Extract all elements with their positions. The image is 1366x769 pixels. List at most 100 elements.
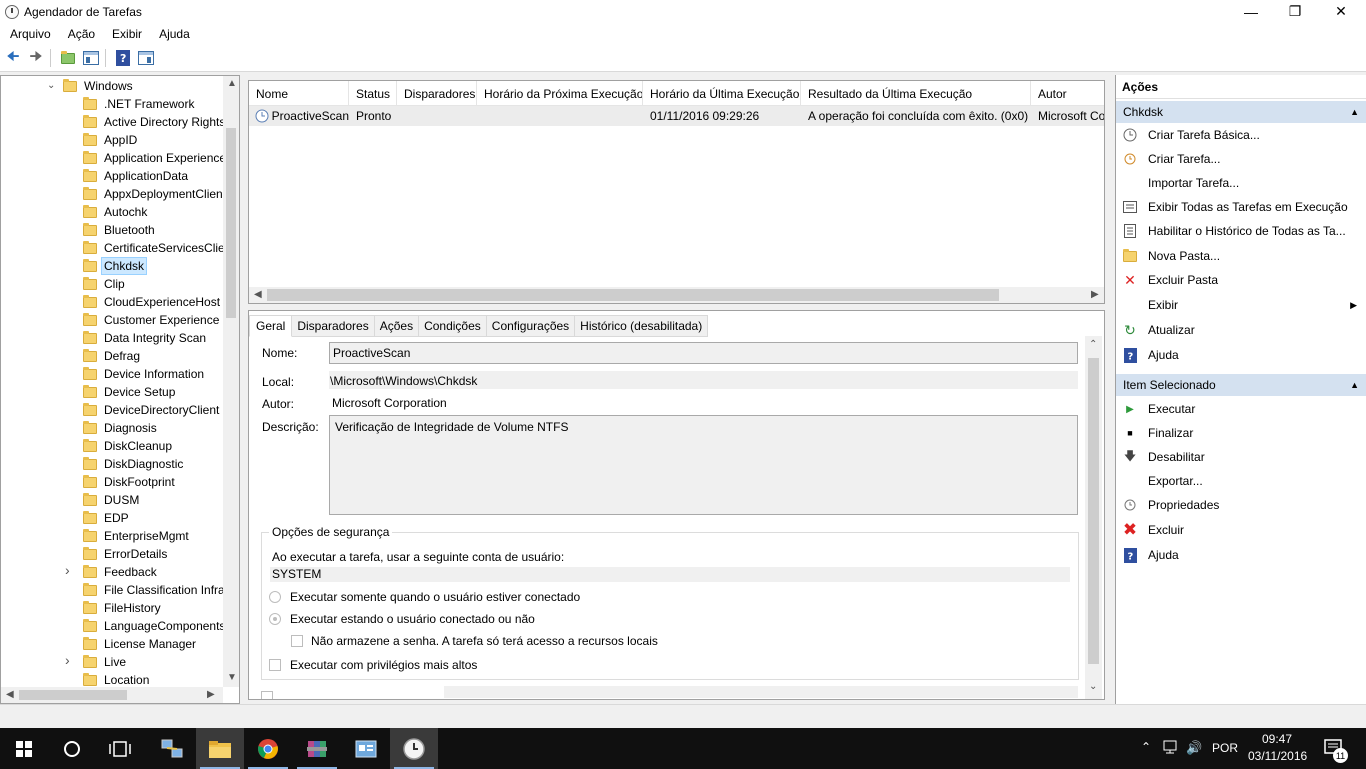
action-delete[interactable]: ✖ Excluir <box>1116 519 1366 541</box>
tree-item[interactable]: File Classification Infra <box>1 581 223 599</box>
tree-item[interactable]: Diagnosis <box>1 419 223 437</box>
show-hide-action-pane-icon[interactable] <box>136 48 156 68</box>
configure-for-field[interactable] <box>444 686 1078 698</box>
taskbar-file-explorer[interactable] <box>196 728 244 769</box>
column-header-triggers[interactable]: Disparadores <box>397 81 477 106</box>
language-indicator[interactable]: POR <box>1212 741 1238 755</box>
action-help-selected[interactable]: ? Ajuda <box>1116 544 1366 566</box>
task-list[interactable]: Nome Status Disparadores Horário da Próx… <box>248 80 1105 304</box>
tree-horizontal-scrollbar[interactable]: ◀ ▶ <box>1 687 223 703</box>
tree-item[interactable]: License Manager <box>1 635 223 653</box>
restore-button[interactable]: ❐ <box>1272 0 1318 23</box>
scrollbar-thumb[interactable] <box>226 128 236 318</box>
tree-item[interactable]: .NET Framework <box>1 95 223 113</box>
tree-item[interactable]: AppxDeploymentClien <box>1 185 223 203</box>
tree-item[interactable]: ErrorDetails <box>1 545 223 563</box>
start-button[interactable] <box>0 728 48 769</box>
tree-item[interactable]: Application Experience <box>1 149 223 167</box>
chevron-right-icon[interactable]: › <box>65 563 70 578</box>
taskbar-archive-app[interactable] <box>293 728 341 769</box>
description-field[interactable]: Verificação de Integridade de Volume NTF… <box>329 415 1078 515</box>
scroll-right-icon[interactable]: ▶ <box>1091 289 1099 300</box>
scroll-down-icon[interactable]: ▼ <box>227 672 237 683</box>
taskbar-chrome[interactable] <box>244 728 292 769</box>
column-header-last-run[interactable]: Horário da Última Execução <box>643 81 801 106</box>
tree-item[interactable]: › Live <box>1 653 223 671</box>
show-hidden-icons-icon[interactable]: ⌃ <box>1141 740 1151 754</box>
scroll-down-icon[interactable]: ⌄ <box>1089 681 1097 692</box>
action-properties[interactable]: Propriedades <box>1116 494 1366 516</box>
action-help[interactable]: ? Ajuda <box>1116 344 1366 366</box>
chevron-right-icon[interactable]: › <box>65 653 70 668</box>
show-hide-console-tree-icon[interactable] <box>81 48 101 68</box>
minimize-button[interactable]: — <box>1228 0 1274 23</box>
tree-item[interactable]: DiskFootprint <box>1 473 223 491</box>
scroll-left-icon[interactable]: ◀ <box>254 289 262 300</box>
back-icon[interactable]: 🠈 <box>3 48 23 68</box>
checkbox-do-not-store-password[interactable] <box>291 635 303 647</box>
clock-date[interactable]: 03/11/2016 <box>1248 749 1307 763</box>
tree-item[interactable]: AppID <box>1 131 223 149</box>
scroll-right-icon[interactable]: ▶ <box>207 689 215 700</box>
help-icon[interactable]: ? <box>113 48 133 68</box>
column-header-name[interactable]: Nome <box>249 81 349 106</box>
menu-arquivo[interactable]: Arquivo <box>0 27 58 41</box>
tree-item[interactable]: EDP <box>1 509 223 527</box>
close-button[interactable]: ✕ <box>1318 0 1364 23</box>
column-header-last-result[interactable]: Resultado da Última Execução <box>801 81 1031 106</box>
tree-item-windows[interactable]: ⌄ Windows <box>1 77 223 95</box>
action-create-task[interactable]: Criar Tarefa... <box>1116 148 1366 170</box>
taskbar-network-app[interactable] <box>148 728 196 769</box>
radio-run-when-logged-on[interactable] <box>269 591 281 603</box>
action-new-folder[interactable]: Nova Pasta... <box>1116 245 1366 267</box>
tree-item[interactable]: DiskCleanup <box>1 437 223 455</box>
tab-acoes[interactable]: Ações <box>374 315 420 337</box>
tree-item[interactable]: Data Integrity Scan <box>1 329 223 347</box>
table-row[interactable]: ProactiveScan Pronto 01/11/2016 09:29:26… <box>249 106 1104 126</box>
action-view[interactable]: Exibir ▶ <box>1116 294 1366 316</box>
tree-item[interactable]: Active Directory Rights <box>1 113 223 131</box>
action-delete-folder[interactable]: ✕ Excluir Pasta <box>1116 269 1366 291</box>
tree-item[interactable]: Bluetooth <box>1 221 223 239</box>
task-view-button[interactable] <box>96 728 144 769</box>
column-header-author[interactable]: Autor <box>1031 81 1104 106</box>
network-icon[interactable] <box>1162 739 1178 758</box>
scroll-up-icon[interactable]: ▲ <box>227 78 237 89</box>
clock-time[interactable]: 09:47 <box>1262 732 1292 746</box>
tab-configuracoes[interactable]: Configurações <box>486 315 576 337</box>
collapse-icon[interactable]: ▲ <box>1350 380 1359 390</box>
tree-item[interactable]: DUSM <box>1 491 223 509</box>
tab-disparadores[interactable]: Disparadores <box>292 315 375 337</box>
column-header-next-run[interactable]: Horário da Próxima Execução <box>477 81 643 106</box>
name-field[interactable]: ProactiveScan <box>329 342 1078 364</box>
folder-up-icon[interactable] <box>58 48 78 68</box>
tree-item[interactable]: CertificateServicesClien <box>1 239 223 257</box>
checkbox-hidden[interactable] <box>261 691 273 699</box>
chevron-down-icon[interactable]: ⌄ <box>47 80 55 91</box>
action-end[interactable]: ■ Finalizar <box>1116 422 1366 444</box>
scrollbar-thumb[interactable] <box>19 690 127 700</box>
actions-section-selected-item[interactable]: Item Selecionado ▲ <box>1116 374 1366 396</box>
tree-item[interactable]: DeviceDirectoryClient <box>1 401 223 419</box>
console-tree[interactable]: ⌄ Windows .NET Framework Active Directory… <box>0 75 240 704</box>
tree-item[interactable]: ApplicationData <box>1 167 223 185</box>
scroll-up-icon[interactable]: ⌃ <box>1089 339 1097 350</box>
tree-item[interactable]: Chkdsk <box>1 257 223 275</box>
tab-condicoes[interactable]: Condições <box>419 315 487 337</box>
tree-item[interactable]: Clip <box>1 275 223 293</box>
tree-item[interactable]: EnterpriseMgmt <box>1 527 223 545</box>
menu-exibir[interactable]: Exibir <box>102 27 149 41</box>
scroll-left-icon[interactable]: ◀ <box>6 689 14 700</box>
search-button[interactable] <box>48 728 96 769</box>
tree-vertical-scrollbar[interactable]: ▲ ▼ <box>223 76 239 687</box>
action-create-basic-task[interactable]: Criar Tarefa Básica... <box>1116 124 1366 146</box>
action-import-task[interactable]: Importar Tarefa... <box>1116 172 1366 194</box>
action-disable[interactable]: 🡇 Desabilitar <box>1116 446 1366 468</box>
checkbox-highest-privileges[interactable] <box>269 659 281 671</box>
tree-item[interactable]: Defrag <box>1 347 223 365</box>
details-vertical-scrollbar[interactable]: ⌃ ⌄ <box>1085 336 1102 699</box>
column-header-status[interactable]: Status <box>349 81 397 106</box>
tree-item[interactable]: DiskDiagnostic <box>1 455 223 473</box>
action-enable-history[interactable]: Habilitar o Histórico de Todas as Ta... <box>1116 220 1366 242</box>
actions-section-chkdsk[interactable]: Chkdsk ▲ <box>1116 101 1366 123</box>
